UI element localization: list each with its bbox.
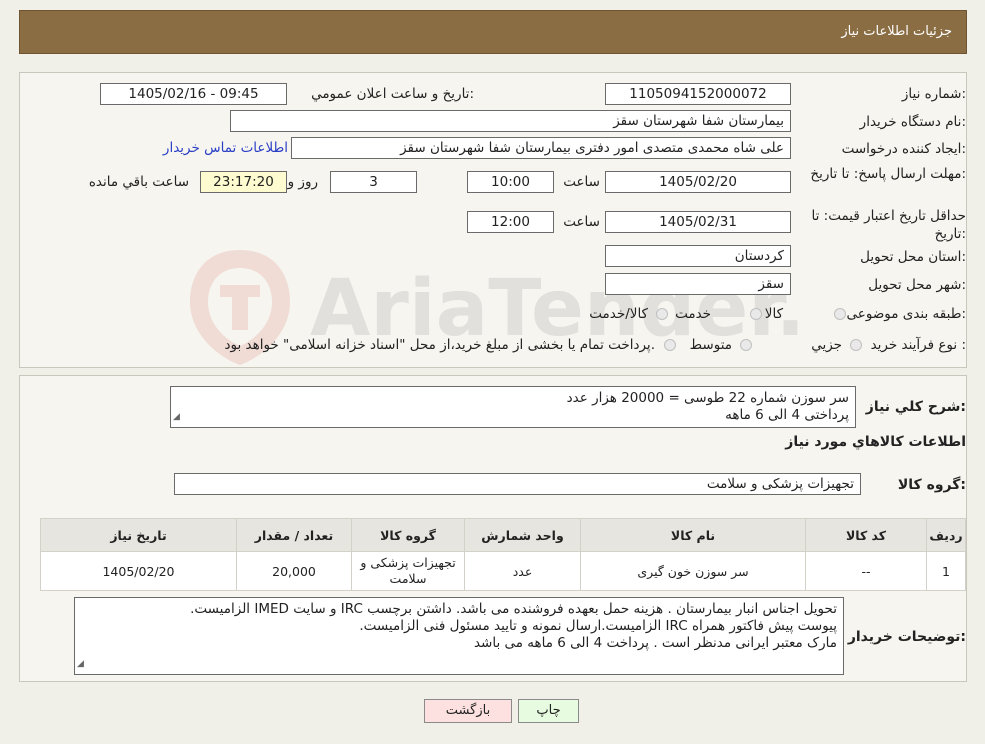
row-unit: عدد	[464, 551, 581, 591]
deadline-time-label: ساعت	[563, 174, 600, 190]
row-group: تجهیزات پزشکی و سلامت	[351, 551, 465, 591]
category-option-goods: کالا	[764, 306, 783, 322]
need-number-label: شماره نیاز:	[901, 86, 966, 102]
col-date-header: تاریخ نیاز	[40, 518, 237, 552]
row-name: سر سوزن خون گیری	[580, 551, 806, 591]
buyer-contact-link[interactable]: اطلاعات تماس خریدار	[163, 140, 288, 156]
creator-field: علی شاه محمدی متصدی امور دفتری بیمارستان…	[291, 137, 791, 159]
goods-info-title: اطلاعات کالاهاي مورد نیاز	[785, 434, 966, 450]
row-qty: 20,000	[236, 551, 352, 591]
items-table: ردیف کد کالا نام کالا واحد شمارش گروه کا…	[40, 518, 966, 591]
days-field: 3	[330, 171, 417, 193]
city-label: شهر محل تحویل:	[868, 277, 966, 293]
process-option-minor: جزیي	[811, 337, 842, 353]
process-option-medium: متوسط	[689, 337, 732, 353]
province-field: کردستان	[605, 245, 791, 267]
col-unit-header: واحد شمارش	[464, 518, 581, 552]
deadline-label: مهلت ارسال پاسخ: تا تاریخ:	[810, 166, 966, 182]
col-group-header: گروه کالا	[351, 518, 465, 552]
process-radio-minor[interactable]	[850, 339, 862, 351]
validity-time-field: 12:00	[467, 211, 554, 233]
buyer-notes-line-2: پیوست پیش فاکتور همراه IRC الزامیست.ارسا…	[359, 618, 837, 634]
process-radio-medium[interactable]	[740, 339, 752, 351]
days-label: روز و	[287, 174, 318, 190]
deadline-time-field: 10:00	[467, 171, 554, 193]
row-code: --	[805, 551, 927, 591]
buyer-notes-line-3: مارک معتبر ایرانی مدنظر است . پرداخت 4 ا…	[473, 635, 837, 651]
page-title: جزئیات اطلاعات نیاز	[841, 24, 952, 39]
category-label: طبقه بندی موضوعی:	[846, 306, 966, 322]
col-qty-header: تعداد / مقدار	[236, 518, 352, 552]
province-label: استان محل تحویل:	[860, 249, 966, 265]
goods-group-field: تجهیزات پزشکی و سلامت	[174, 473, 861, 495]
row-date: 1405/02/20	[40, 551, 237, 591]
process-checkbox-treasury[interactable]	[664, 339, 676, 351]
buyer-field: بیمارستان شفا شهرستان سقز	[230, 110, 791, 132]
city-field: سقز	[605, 273, 791, 295]
back-button[interactable]: بازگشت	[424, 699, 512, 723]
category-option-service: خدمت	[675, 306, 711, 322]
category-radio-goods[interactable]	[834, 308, 846, 320]
announce-label: تاریخ و ساعت اعلان عمومي:	[311, 86, 474, 102]
category-radio-goods-service[interactable]	[656, 308, 668, 320]
page-header: جزئیات اطلاعات نیاز	[19, 10, 967, 54]
category-option-goods-service: کالا/خدمت	[589, 306, 648, 322]
goods-group-label: گروه کالا:	[897, 477, 966, 493]
validity-label: حداقل تاریخ اعتبار قیمت: تا تاریخ:	[811, 208, 966, 242]
announce-field: 1405/02/16 - 09:45	[100, 83, 287, 105]
resize-grip-icon[interactable]: ◢	[77, 656, 84, 673]
summary-label: شرح کلي نیاز:	[865, 399, 966, 415]
validity-date-field: 1405/02/31	[605, 211, 791, 233]
summary-textarea[interactable]: سر سوزن شماره 22 طوسی = 20000 هزار عدد پ…	[170, 386, 856, 428]
need-number-field: 1105094152000072	[605, 83, 791, 105]
col-name-header: نام کالا	[580, 518, 806, 552]
buyer-notes-line-1: تحویل اجناس انبار بیمارستان . هزینه حمل …	[190, 601, 837, 617]
buyer-notes-label: توضیحات خریدار:	[847, 629, 966, 645]
process-treasury-note: پرداخت تمام یا بخشی از مبلغ خرید،از محل …	[224, 337, 655, 353]
row-index: 1	[926, 551, 966, 591]
table-header-row: ردیف کد کالا نام کالا واحد شمارش گروه کا…	[40, 518, 966, 552]
table-row[interactable]: 1 -- سر سوزن خون گیری عدد تجهیزات پزشکی …	[40, 551, 966, 591]
remaining-label: ساعت باقي مانده	[88, 174, 189, 190]
category-radio-service[interactable]	[750, 308, 762, 320]
summary-line-2: پرداختی 4 الی 6 ماهه	[725, 407, 849, 423]
summary-line-1: سر سوزن شماره 22 طوسی = 20000 هزار عدد	[566, 390, 849, 406]
creator-label: ایجاد کننده درخواست:	[841, 141, 966, 157]
deadline-date-field: 1405/02/20	[605, 171, 791, 193]
buyer-notes-textarea[interactable]: تحویل اجناس انبار بیمارستان . هزینه حمل …	[74, 597, 844, 675]
process-label: نوع فرآیند خرید :	[870, 337, 966, 353]
resize-grip-icon[interactable]: ◢	[173, 409, 180, 426]
col-index-header: ردیف	[926, 518, 966, 552]
print-button[interactable]: چاپ	[518, 699, 579, 723]
validity-time-label: ساعت	[563, 214, 600, 230]
remaining-time-field: 23:17:20	[200, 171, 287, 193]
col-code-header: کد کالا	[805, 518, 927, 552]
buyer-label: نام دستگاه خریدار:	[859, 114, 966, 130]
